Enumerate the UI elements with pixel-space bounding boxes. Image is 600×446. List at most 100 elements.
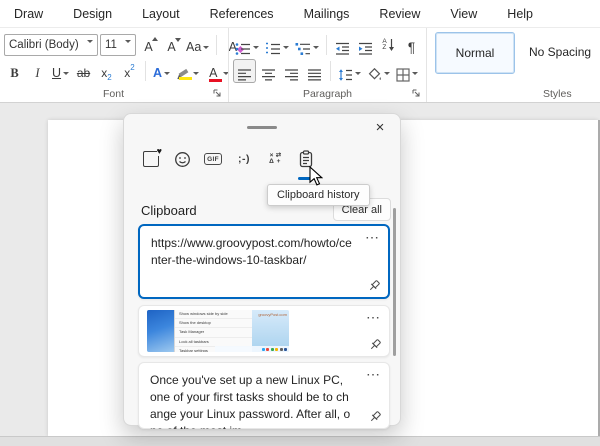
decrease-indent-button[interactable] (332, 34, 353, 56)
tab-symbols[interactable]: ×⇄ Δ+ (263, 146, 287, 172)
clipboard-item-image[interactable]: Show windows side by side Show the deskt… (138, 305, 390, 357)
align-right-button[interactable] (281, 60, 302, 82)
subscript-button[interactable]: x2 (96, 60, 117, 82)
highlight-color-swatch (179, 77, 192, 81)
tab-emoji[interactable] (170, 146, 194, 172)
increase-indent-button[interactable] (355, 34, 376, 56)
italic-button[interactable]: I (27, 60, 48, 82)
menu-mailings[interactable]: Mailings (304, 7, 350, 21)
status-bar-edge (0, 436, 600, 446)
caret-up-icon (152, 37, 158, 41)
pin-icon[interactable] (367, 279, 381, 293)
menu-bar: Draw Design Layout References Mailings R… (0, 0, 600, 28)
flyout-tabs: ♥ GIF ;-) ×⇄ Δ+ (139, 146, 318, 172)
clipboard-item-snippet[interactable]: Once you've set up a new Linux PC, one o… (138, 362, 390, 429)
separator (145, 61, 146, 81)
font-group: Calibri (Body) 11 A A Aa (0, 28, 227, 102)
chevron-down-icon (203, 46, 209, 49)
style-no-spacing[interactable]: No Spacing (521, 32, 599, 72)
align-left-icon (237, 68, 252, 82)
underline-button[interactable]: U (50, 60, 71, 82)
shading-button[interactable] (365, 60, 392, 82)
bold-button[interactable]: B (4, 60, 25, 82)
chevron-down-icon (164, 72, 170, 75)
align-left-button[interactable] (233, 59, 256, 83)
menu-layout[interactable]: Layout (142, 7, 180, 21)
style-normal[interactable]: Normal (435, 32, 515, 74)
font-color-swatch (209, 79, 222, 83)
bullet-list-icon (235, 42, 251, 56)
more-options-button[interactable]: ⋯ (366, 367, 380, 381)
close-button[interactable]: × (370, 118, 390, 138)
numbered-list-button[interactable] (263, 34, 291, 56)
chevron-down-icon (313, 46, 319, 49)
font-size-combobox[interactable]: 11 (100, 34, 136, 56)
chevron-down-icon (193, 72, 199, 75)
line-spacing-icon (338, 68, 353, 82)
clipboard-item-text: Once you've set up a new Linux PC, one o… (139, 363, 389, 429)
tab-kaomoji[interactable]: ;-) (232, 146, 256, 172)
menu-design[interactable]: Design (73, 7, 112, 21)
font-color-icon: A (207, 65, 221, 82)
font-dialog-launcher[interactable] (212, 88, 222, 98)
paragraph-dialog-launcher[interactable] (411, 88, 421, 98)
font-name-combobox[interactable]: Calibri (Body) (4, 34, 98, 56)
separator (330, 61, 331, 81)
font-size-value: 11 (105, 39, 117, 51)
tab-gif[interactable]: GIF (201, 146, 225, 172)
styles-group-label: Styles (427, 88, 600, 100)
text-highlight-button[interactable] (174, 60, 202, 82)
show-formatting-button[interactable]: ¶ (401, 34, 422, 56)
borders-button[interactable] (394, 60, 420, 82)
justify-button[interactable] (304, 60, 325, 82)
line-spacing-button[interactable] (336, 60, 363, 82)
menu-view[interactable]: View (450, 7, 477, 21)
align-center-button[interactable] (258, 60, 279, 82)
strikethrough-button[interactable]: ab (73, 60, 94, 82)
word-window: Draw Design Layout References Mailings R… (0, 0, 600, 446)
clipboard-item-text: https://www.groovypost.com/howto/center-… (140, 226, 388, 275)
superscript-button[interactable]: x2 (119, 60, 140, 82)
justify-icon (307, 68, 322, 82)
more-options-button[interactable]: ⋯ (366, 310, 380, 324)
shrink-font-button[interactable]: A (161, 34, 182, 56)
drag-handle[interactable] (247, 126, 277, 129)
more-options-button[interactable]: ⋯ (365, 230, 379, 244)
clipboard-item-url[interactable]: https://www.groovypost.com/howto/center-… (138, 224, 390, 299)
clipboard-items-list: https://www.groovypost.com/howto/center-… (138, 224, 390, 435)
text-effects-button[interactable]: A (151, 60, 172, 82)
menu-review[interactable]: Review (379, 7, 420, 21)
paragraph-group: A Z ¶ (228, 28, 426, 102)
menu-draw[interactable]: Draw (14, 7, 43, 21)
mouse-cursor (309, 166, 323, 186)
change-case-button[interactable]: Aa (184, 34, 211, 56)
bullet-list-button[interactable] (233, 34, 261, 56)
font-group-label: Font (0, 88, 227, 100)
thumbnail-watermark: groovyPost.com (258, 312, 287, 317)
font-name-value: Calibri (Body) (9, 39, 79, 51)
grow-font-button[interactable]: A (138, 34, 159, 56)
chevron-down-icon (87, 40, 93, 43)
flyout-scrollbar[interactable] (393, 208, 396, 356)
thumbnail-wallpaper (147, 310, 174, 352)
caret-down-icon (175, 38, 181, 42)
pin-icon[interactable] (368, 338, 382, 352)
tooltip: Clipboard history (267, 184, 370, 206)
menu-help[interactable]: Help (507, 7, 533, 21)
arrow-down-icon (388, 38, 395, 52)
align-center-icon (261, 68, 276, 82)
clipboard-heart-icon: ♥ (143, 151, 159, 167)
chevron-down-icon (253, 46, 259, 49)
pin-icon[interactable] (368, 410, 382, 424)
separator (326, 35, 327, 55)
clipboard-section-title: Clipboard (141, 203, 197, 218)
decrease-indent-icon (335, 42, 350, 56)
gif-icon: GIF (204, 153, 222, 165)
menu-references[interactable]: References (210, 7, 274, 21)
multilevel-list-button[interactable] (293, 34, 321, 56)
chevron-down-icon (125, 40, 131, 43)
increase-indent-icon (358, 42, 373, 56)
styles-group: Normal No Spacing Styles (426, 28, 600, 102)
sort-button[interactable]: A Z (378, 34, 399, 56)
tab-recently-used[interactable]: ♥ (139, 146, 163, 172)
